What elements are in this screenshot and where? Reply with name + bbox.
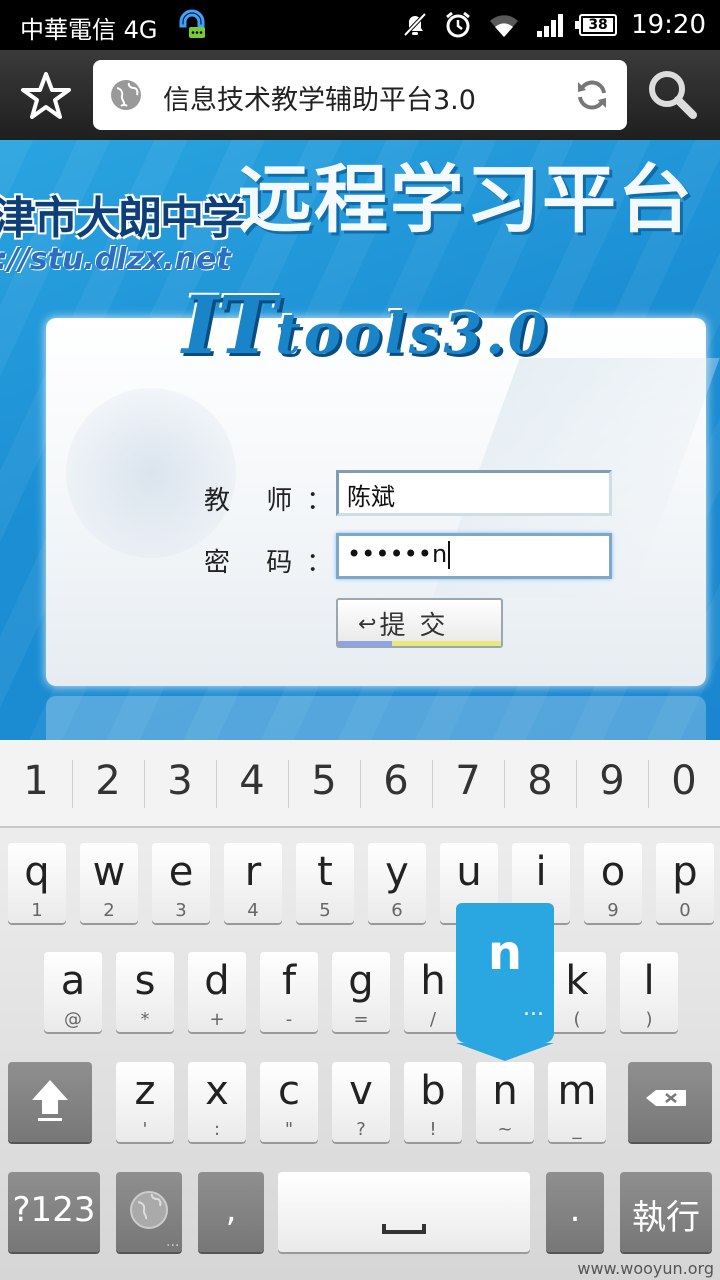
submit-button[interactable]: ↩ 提交 [336,598,503,648]
key-o[interactable]: o9 [584,843,642,923]
number-key-1[interactable]: 1 [0,758,72,804]
number-key-2[interactable]: 2 [72,758,144,804]
status-bar: 中華電信 4G 38 19:20 [0,0,720,50]
backspace-icon [646,1090,686,1106]
number-key-4[interactable]: 4 [216,758,288,804]
key-w[interactable]: w2 [80,843,138,923]
number-key-6[interactable]: 6 [360,758,432,804]
key-f[interactable]: f- [260,952,318,1032]
key-h[interactable]: h / [404,952,462,1032]
key-t[interactable]: t5 [296,843,354,923]
symbols-key[interactable]: ?123 [8,1172,100,1252]
password-input[interactable]: ••••••n [336,533,612,579]
period-key[interactable]: . [546,1172,604,1252]
enter-arrow-icon: ↩ [358,612,377,637]
key-v[interactable]: v? [332,1062,390,1142]
banner-title: 远程学习平台 [238,157,694,243]
key-n[interactable]: n ~ [476,1062,534,1142]
key-c[interactable]: c " [260,1062,318,1142]
teacher-input[interactable]: 陈斌 [336,470,612,516]
school-name: 津市大朗中学 [0,193,246,244]
backspace-key[interactable] [628,1062,712,1142]
key-s[interactable]: s * [116,952,174,1032]
web-content: 津市大朗中学 ://stu.dlzx.net 远程学习平台 ITtools3.0 [0,140,720,740]
mute-icon [401,11,429,39]
browser-toolbar: 信息技术教学辅助平台3.0 [0,50,720,140]
key-y[interactable]: y6 [368,843,426,923]
key-r[interactable]: r4 [224,843,282,923]
svg-text:...: ... [166,1234,179,1250]
battery-icon: 38 [575,14,618,36]
number-key-3[interactable]: 3 [144,758,216,804]
number-row: 1234567890 [0,740,720,828]
key-preview-popup: n ... [456,903,554,1061]
space-icon [382,1224,426,1234]
globe-icon: ... [130,1191,179,1250]
assistant-icon [175,8,209,42]
search-icon[interactable] [646,68,698,120]
page-title: 信息技术教学辅助平台3.0 [163,85,476,116]
shift-key[interactable] [8,1062,92,1142]
key-l[interactable]: l) [620,952,678,1032]
key-e[interactable]: e3 [152,843,210,923]
enter-key[interactable]: 執行 [620,1172,712,1252]
address-bar[interactable]: 信息技术教学辅助平台3.0 [93,60,627,130]
bookmark-star-icon[interactable] [18,68,74,124]
key-d[interactable]: d + [188,952,246,1032]
key-x[interactable]: x: [188,1062,246,1142]
key-k[interactable]: k( [548,952,606,1032]
language-key[interactable]: ... [116,1172,182,1252]
text-caret [448,541,451,569]
key-a[interactable]: a @ [44,952,102,1032]
number-key-8[interactable]: 8 [504,758,576,804]
number-key-7[interactable]: 7 [432,758,504,804]
key-p[interactable]: p0 [656,843,714,923]
shift-icon [32,1080,68,1121]
key-q[interactable]: q1 [8,843,66,923]
comma-key[interactable]: , [198,1172,264,1252]
ittools-logo: ITtools3.0 [182,278,550,372]
wifi-icon [487,11,521,39]
site-url: ://stu.dlzx.net [0,242,231,277]
carrier-label: 中華電信 4G [20,16,158,44]
alarm-icon [443,10,473,40]
number-key-9[interactable]: 9 [576,758,648,804]
signal-icon [535,11,565,39]
space-key[interactable] [278,1172,530,1252]
number-key-0[interactable]: 0 [648,758,720,804]
key-z[interactable]: z ' [116,1062,174,1142]
globe-icon [109,78,143,112]
soft-keyboard: 1234567890 q1w2e3r4t5y6u7i8o9p0a@s*d+f-g… [0,740,720,1280]
number-key-5[interactable]: 5 [288,758,360,804]
reload-icon[interactable] [573,76,611,114]
key-b[interactable]: b! [404,1062,462,1142]
watermark: www.wooyun.org [577,1259,714,1278]
key-m[interactable]: m _ [548,1062,606,1142]
password-label: 密 码： [204,548,347,578]
teacher-label: 教 师： [204,486,347,516]
key-g[interactable]: g = [332,952,390,1032]
clock: 19:20 [631,10,706,40]
